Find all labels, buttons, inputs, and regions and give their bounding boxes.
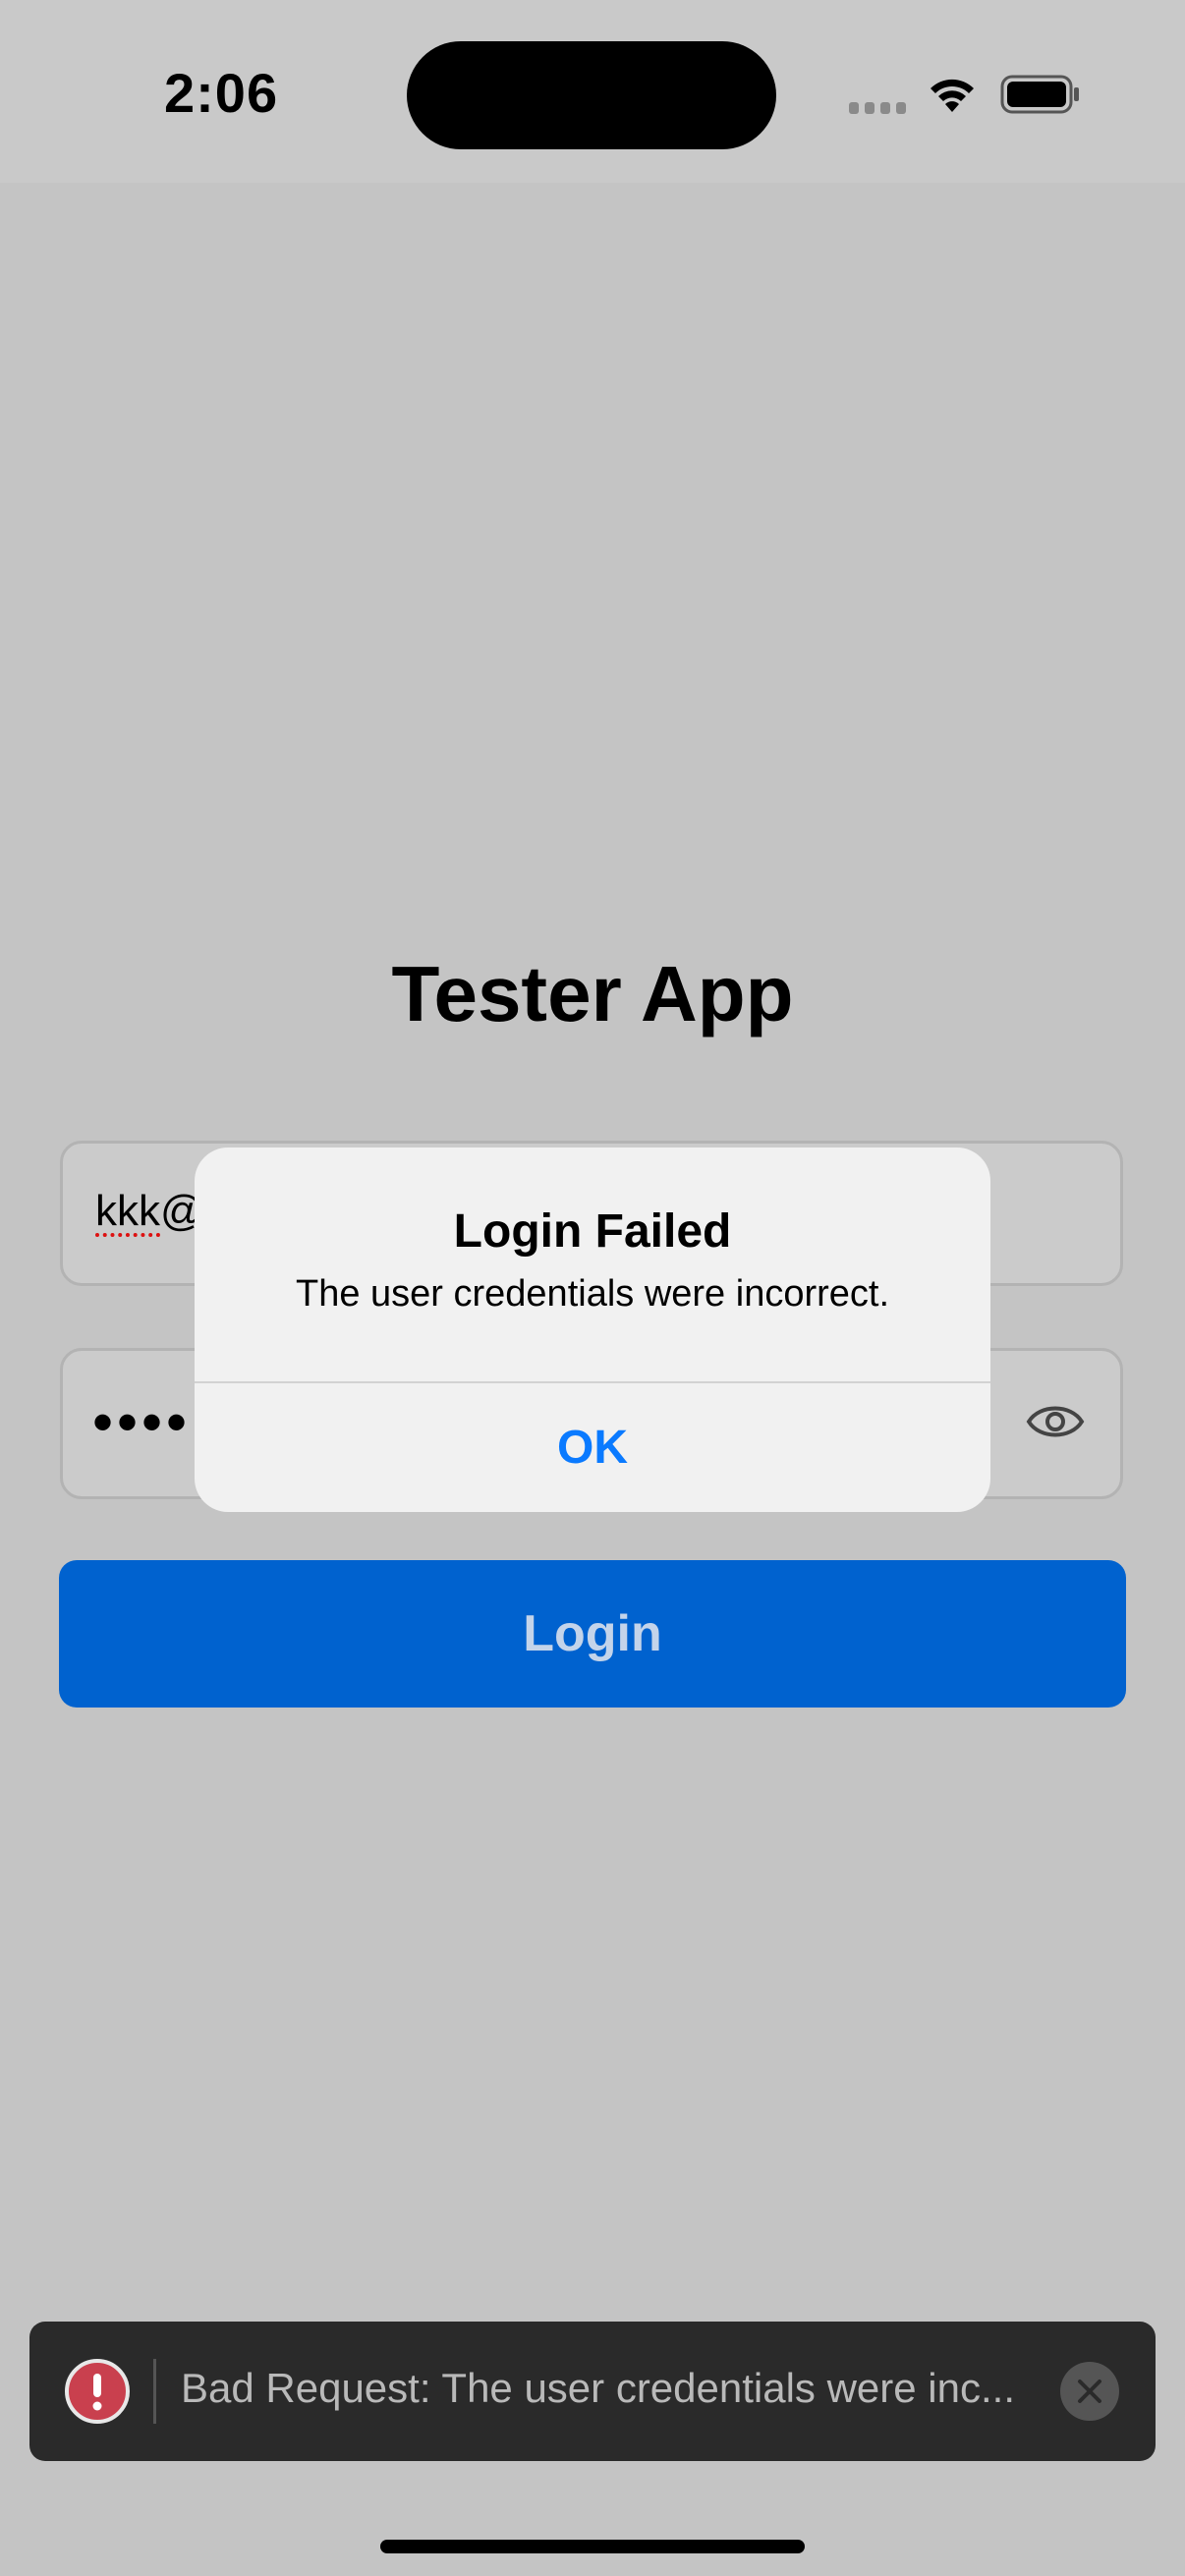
close-icon[interactable] (1059, 2361, 1120, 2422)
battery-icon (1000, 75, 1079, 114)
email-value: kkk@ (95, 1187, 204, 1236)
home-indicator[interactable] (380, 2540, 805, 2553)
email-value-misspelled: kkk (95, 1187, 160, 1235)
error-toast: Bad Request: The user credentials were i… (29, 2322, 1156, 2461)
wifi-icon (931, 79, 974, 112)
app-title: Tester App (391, 950, 794, 1037)
alert-title: Login Failed (453, 1205, 732, 1258)
toast-separator (153, 2359, 156, 2424)
toast-message: Bad Request: The user credentials were i… (181, 2365, 1016, 2411)
screen: 2:06 Tester App kkk@ •••• Login Login Fa… (0, 0, 1185, 2576)
password-value: •••• (92, 1389, 192, 1455)
login-failed-alert: Login Failed The user credentials were i… (195, 1148, 990, 1512)
dynamic-island (407, 41, 776, 149)
error-icon (65, 2359, 130, 2424)
signal-dots-icon (849, 102, 906, 114)
status-bar: 2:06 (0, 0, 1185, 183)
alert-ok-button[interactable]: OK (195, 1383, 990, 1512)
alert-message: The user credentials were incorrect. (295, 1273, 890, 1315)
login-button[interactable]: Login (59, 1560, 1126, 1708)
eye-icon[interactable] (1026, 1400, 1085, 1443)
status-time: 2:06 (164, 62, 279, 124)
